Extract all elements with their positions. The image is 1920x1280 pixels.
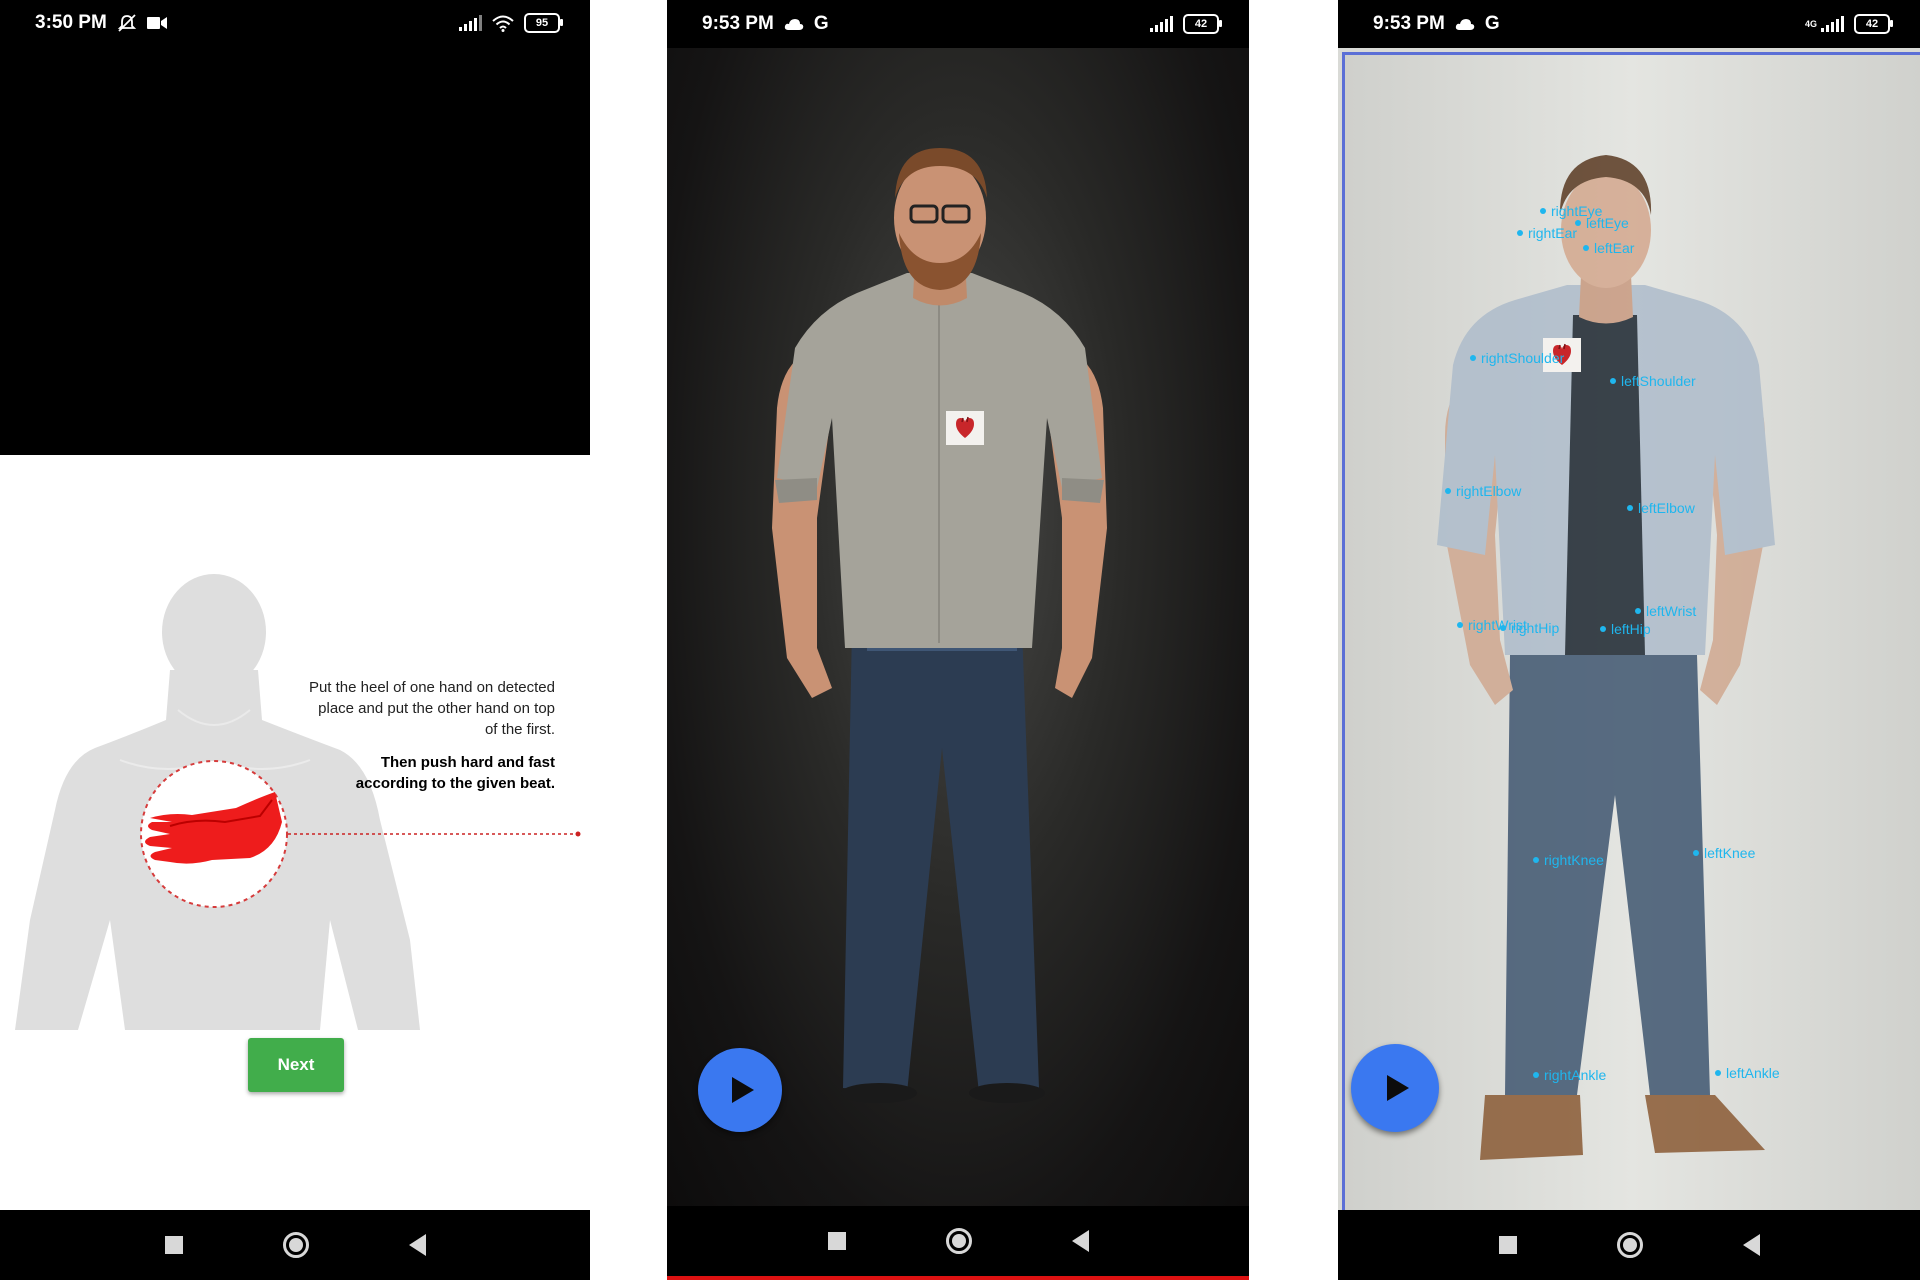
play-button[interactable] <box>1351 1044 1439 1132</box>
home-icon[interactable] <box>1616 1232 1643 1258</box>
keypoint-left-knee: leftKnee <box>1693 845 1755 861</box>
status-time: 3:50 PM <box>35 12 107 33</box>
keypoint-left-wrist: leftWrist <box>1635 603 1696 619</box>
status-bar: 9:53 PM G 4G 42 <box>1338 0 1920 48</box>
home-icon[interactable] <box>282 1232 309 1258</box>
status-time: 9:53 PM <box>702 13 774 34</box>
navigation-bar <box>0 1210 590 1280</box>
navigation-bar <box>1338 1210 1920 1280</box>
torso-diagram <box>15 574 581 1030</box>
muted-bell-icon <box>117 14 136 32</box>
phone-screen-camera-detection: 9:53 PM G 42 <box>667 0 1249 1280</box>
home-icon[interactable] <box>945 1228 972 1254</box>
cloud-icon <box>1455 18 1475 30</box>
heart-marker-icon <box>946 411 984 445</box>
recents-icon[interactable] <box>164 1236 183 1254</box>
keypoint-left-hip: leftHip <box>1600 621 1651 637</box>
back-icon[interactable] <box>408 1234 426 1256</box>
play-icon <box>1387 1075 1409 1101</box>
recents-icon[interactable] <box>1498 1236 1517 1254</box>
status-bar: 9:53 PM G 42 <box>667 0 1249 48</box>
carrier-label: G <box>1484 13 1500 34</box>
keypoint-left-ear: leftEar <box>1583 240 1634 256</box>
keypoint-right-shoulder: rightShoulder <box>1470 350 1564 366</box>
keypoint-right-hip: rightHip <box>1500 620 1559 636</box>
recents-icon[interactable] <box>827 1232 846 1250</box>
next-button[interactable]: Next <box>248 1038 344 1092</box>
video-camera-icon <box>146 17 167 29</box>
camera-preview <box>667 48 1249 1206</box>
keypoint-right-knee: rightKnee <box>1533 852 1604 868</box>
person-photo <box>772 148 1107 1103</box>
signal-icon <box>1150 16 1173 32</box>
signal-icon <box>459 15 482 31</box>
carrier-label: G <box>813 13 829 34</box>
navigation-bar <box>667 1206 1249 1280</box>
signal-icon <box>1821 16 1844 32</box>
instruction-text: Put the heel of one hand on detected pla… <box>308 679 555 738</box>
cloud-icon <box>784 18 804 30</box>
keypoint-left-elbow: leftElbow <box>1627 500 1695 516</box>
camera-preview: rightEye leftEye rightEar leftEar rightS… <box>1342 52 1920 1210</box>
status-time: 9:53 PM <box>1373 13 1445 34</box>
network-type: 4G <box>1804 19 1817 29</box>
battery-icon: 42 <box>1854 14 1893 34</box>
battery-icon: 42 <box>1183 14 1222 34</box>
phone-screen-cpr-instructions: 3:50 PM 95 Put the heel of one hand on d… <box>0 0 590 1280</box>
phone-screen-pose-keypoints: 9:53 PM G 4G 42 rightEye leftEye rightEa… <box>1338 0 1920 1280</box>
keypoint-left-eye: leftEye <box>1575 215 1629 231</box>
play-button[interactable] <box>698 1048 782 1132</box>
battery-icon: 95 <box>524 13 563 33</box>
keypoint-right-ankle: rightAnkle <box>1533 1067 1606 1083</box>
keypoint-right-elbow: rightElbow <box>1445 483 1521 499</box>
status-bar: 3:50 PM 95 <box>0 0 590 46</box>
wifi-icon <box>492 15 514 32</box>
back-icon[interactable] <box>1742 1234 1760 1256</box>
play-icon <box>732 1077 754 1103</box>
keypoint-right-ear: rightEar <box>1517 225 1577 241</box>
instruction-bold-text: Then push hard and fast according to the… <box>355 754 555 792</box>
camera-preview-area <box>0 46 590 455</box>
keypoint-left-ankle: leftAnkle <box>1715 1065 1780 1081</box>
back-icon[interactable] <box>1071 1230 1089 1252</box>
keypoint-left-shoulder: leftShoulder <box>1610 373 1696 389</box>
cpr-instructions: Put the heel of one hand on detected pla… <box>305 677 555 794</box>
